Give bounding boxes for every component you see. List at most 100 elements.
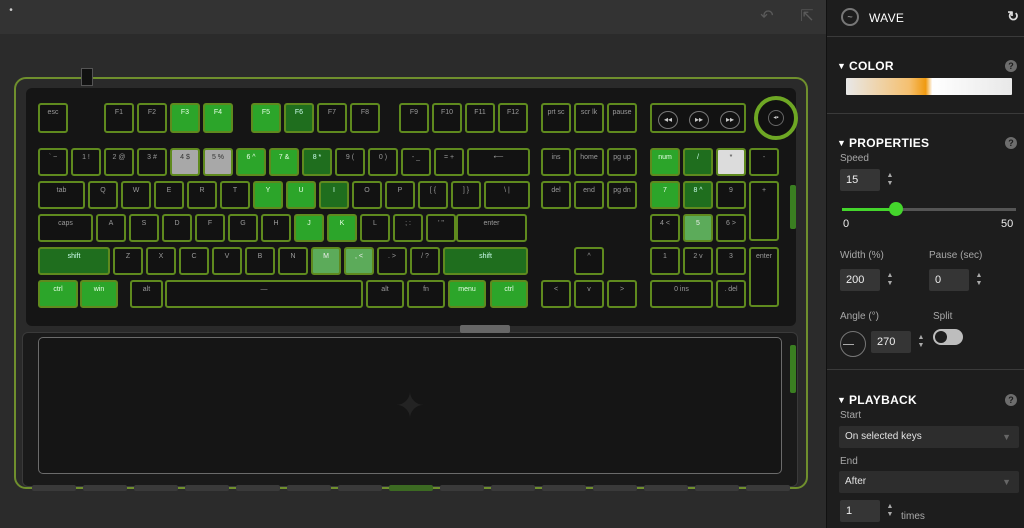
key-x[interactable]: X (146, 247, 176, 275)
key-2[interactable]: 2 @ (104, 148, 134, 176)
key-7[interactable]: 7 (650, 181, 680, 209)
key-v[interactable]: V (212, 247, 242, 275)
angle-dial[interactable] (840, 331, 866, 357)
key-[interactable]: + (749, 181, 779, 241)
key-2-v[interactable]: 2 v (683, 247, 713, 275)
key-menu-6[interactable]: menu (448, 280, 486, 308)
width-input[interactable]: 200 (840, 269, 880, 291)
key-5[interactable]: 5 (683, 214, 713, 242)
key-[interactable]: ; : (393, 214, 423, 242)
key-[interactable]: ⟵ (467, 148, 530, 176)
key-f6[interactable]: F6 (284, 103, 314, 133)
key-7[interactable]: 7 & (269, 148, 299, 176)
times-input[interactable]: 1 (840, 500, 880, 522)
key-0[interactable]: 0 ) (368, 148, 398, 176)
key-4[interactable]: 4 $ (170, 148, 200, 176)
play-pause-icon[interactable]: ▸▸ (689, 111, 709, 129)
key-prt-sc[interactable]: prt sc (541, 103, 571, 133)
key-f7[interactable]: F7 (317, 103, 347, 133)
key-6[interactable]: 6 ^ (236, 148, 266, 176)
undo-icon[interactable]: ↶ (758, 8, 776, 26)
key-u[interactable]: U (286, 181, 316, 209)
key-9[interactable]: 9 ( (335, 148, 365, 176)
key-shift[interactable]: shift (443, 247, 528, 275)
speed-input[interactable]: 15 (840, 169, 880, 191)
key-scr-lk[interactable]: scr lk (574, 103, 604, 133)
key-end[interactable]: end (574, 181, 604, 209)
key-[interactable]: / ? (410, 247, 440, 275)
key-1[interactable]: 1 ! (71, 148, 101, 176)
key-caps[interactable]: caps (38, 214, 93, 242)
key-j[interactable]: J (294, 214, 324, 242)
key-[interactable]: / (683, 148, 713, 176)
key-o[interactable]: O (352, 181, 382, 209)
key-[interactable]: , < (344, 247, 374, 275)
speed-slider[interactable] (842, 202, 1016, 216)
key-f8[interactable]: F8 (350, 103, 380, 133)
key-space-3[interactable]: — (165, 280, 363, 308)
key-f3[interactable]: F3 (170, 103, 200, 133)
help-icon[interactable]: ? (1005, 60, 1017, 72)
key-5[interactable]: 5 % (203, 148, 233, 176)
speed-stepper[interactable]: ▲ ▼ (885, 169, 895, 191)
key-m[interactable]: M (311, 247, 341, 275)
key-[interactable]: ' " (426, 214, 456, 242)
key-s[interactable]: S (129, 214, 159, 242)
key-alt-4[interactable]: alt (366, 280, 404, 308)
key-q[interactable]: Q (88, 181, 118, 209)
key-fn-5[interactable]: fn (407, 280, 445, 308)
key-8[interactable]: 8 ^ (683, 181, 713, 209)
key-d[interactable]: D (162, 214, 192, 242)
key-v-9[interactable]: v (574, 280, 604, 308)
key-shift[interactable]: shift (38, 247, 110, 275)
fast-forward-icon[interactable]: ▸▸ (720, 111, 740, 129)
key-h[interactable]: H (261, 214, 291, 242)
end-select[interactable]: After ▼ (839, 471, 1019, 493)
key-f9[interactable]: F9 (399, 103, 429, 133)
key-w[interactable]: W (121, 181, 151, 209)
key--del-12[interactable]: . del (716, 280, 746, 308)
key-p[interactable]: P (385, 181, 415, 209)
key-f2[interactable]: F2 (137, 103, 167, 133)
key-ctrl-0[interactable]: ctrl (38, 280, 78, 308)
key-e[interactable]: E (154, 181, 184, 209)
color-gradient-bar[interactable] (846, 78, 1012, 95)
key-[interactable]: \ | (484, 181, 530, 209)
key-t[interactable]: T (220, 181, 250, 209)
start-select[interactable]: On selected keys ▼ (839, 426, 1019, 448)
key-[interactable]: - _ (401, 148, 431, 176)
pause-stepper[interactable]: ▲ ▼ (974, 269, 984, 291)
key-alt-2[interactable]: alt (130, 280, 163, 308)
key-esc[interactable]: esc (38, 103, 68, 133)
key-f1[interactable]: F1 (104, 103, 134, 133)
key-8[interactable]: 8 * (302, 148, 332, 176)
key-l[interactable]: L (360, 214, 390, 242)
key-ins[interactable]: ins (541, 148, 571, 176)
pause-input[interactable]: 0 (929, 269, 969, 291)
key-pg-up[interactable]: pg up (607, 148, 637, 176)
key-[interactable]: ^ (574, 247, 604, 275)
key-9[interactable]: 9 (716, 181, 746, 209)
key-[interactable]: ` ~ (38, 148, 68, 176)
key-num[interactable]: num (650, 148, 680, 176)
key-pause[interactable]: pause (607, 103, 637, 133)
key-enter[interactable]: enter (456, 214, 527, 242)
help-icon[interactable]: ? (1005, 137, 1017, 149)
key-a[interactable]: A (96, 214, 126, 242)
key-[interactable]: [ { (418, 181, 448, 209)
reset-icon[interactable]: ↻ (1007, 8, 1019, 25)
key-b[interactable]: B (245, 247, 275, 275)
key-y[interactable]: Y (253, 181, 283, 209)
key-k[interactable]: K (327, 214, 357, 242)
key-3[interactable]: 3 (716, 247, 746, 275)
key-4[interactable]: 4 < (650, 214, 680, 242)
key-[interactable]: - (749, 148, 779, 176)
width-stepper[interactable]: ▲ ▼ (885, 269, 895, 291)
times-stepper[interactable]: ▲ ▼ (885, 500, 895, 522)
split-toggle[interactable] (933, 329, 963, 345)
key-z[interactable]: Z (113, 247, 143, 275)
key-windows-1[interactable]: win (80, 280, 118, 308)
key-r[interactable]: R (187, 181, 217, 209)
key-home[interactable]: home (574, 148, 604, 176)
angle-stepper[interactable]: ▲ ▼ (916, 331, 926, 353)
